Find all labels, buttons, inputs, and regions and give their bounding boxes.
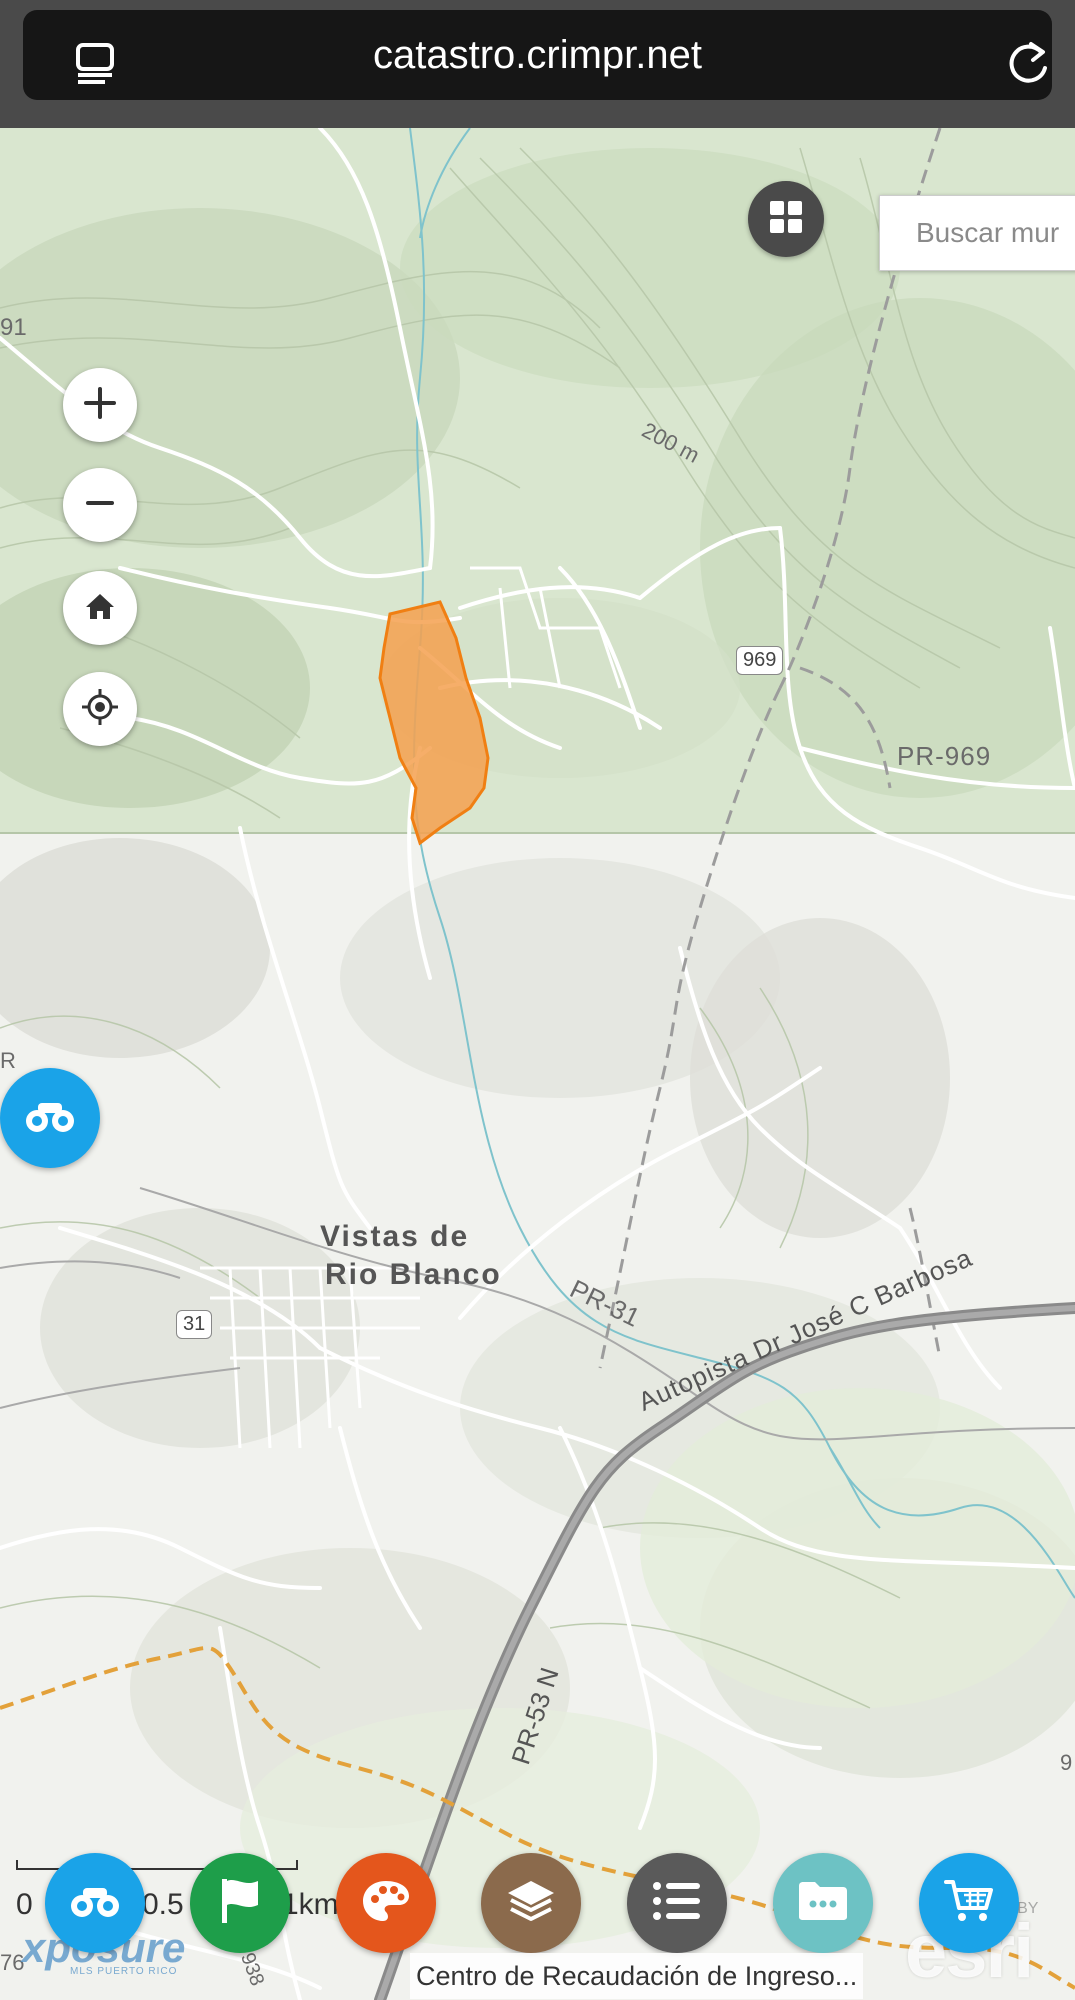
town-name-line1: Vistas de bbox=[320, 1220, 470, 1253]
route-31-shield: 31 bbox=[176, 1310, 213, 1339]
scale-label-half: 0.5 bbox=[142, 1888, 184, 1921]
locate-icon bbox=[80, 687, 120, 732]
flag-icon bbox=[218, 1877, 262, 1930]
route-969-shield: 969 bbox=[736, 646, 784, 675]
search-box[interactable] bbox=[879, 195, 1075, 271]
toolbar-cart-button[interactable] bbox=[919, 1853, 1019, 1953]
map-view[interactable]: 91 200 m 969 PR-969 Vistas de Rio Blanco… bbox=[0, 128, 1075, 2000]
toolbar-list-button[interactable] bbox=[627, 1853, 727, 1953]
scale-label-0: 0 bbox=[16, 1888, 33, 1921]
map-attribution[interactable]: Centro de Recaudación de Ingreso... bbox=[410, 1953, 864, 1999]
binoculars-icon bbox=[24, 1099, 76, 1138]
cart-icon bbox=[944, 1878, 994, 1929]
search-input[interactable] bbox=[880, 196, 1075, 270]
map-label-pr969: PR-969 bbox=[897, 741, 992, 771]
zoom-in-icon bbox=[83, 386, 117, 425]
locate-button[interactable] bbox=[63, 672, 137, 746]
binoculars-icon bbox=[69, 1884, 121, 1923]
url-bar[interactable]: catastro.crimpr.net bbox=[23, 10, 1052, 100]
reload-icon[interactable] bbox=[1007, 40, 1051, 91]
toolbar-binoculars-button[interactable] bbox=[45, 1853, 145, 1953]
home-button[interactable] bbox=[63, 571, 137, 645]
list-icon bbox=[652, 1880, 702, 1927]
browser-bar: catastro.crimpr.net bbox=[0, 0, 1075, 128]
home-icon bbox=[83, 589, 117, 628]
town-name-line2: Rio Blanco bbox=[325, 1258, 502, 1291]
toolbar-layers-button[interactable] bbox=[481, 1853, 581, 1953]
toolbar-flag-button[interactable] bbox=[190, 1853, 290, 1953]
map-label-91: 91 bbox=[0, 314, 27, 341]
url-text[interactable]: catastro.crimpr.net bbox=[23, 10, 1052, 100]
folder-icon bbox=[797, 1880, 849, 1927]
xposure-logo-sub: MLS PUERTO RICO bbox=[70, 1966, 178, 1977]
zoom-out-icon bbox=[83, 486, 117, 525]
binoculars-side-button[interactable] bbox=[0, 1068, 100, 1168]
toolbar-palette-button[interactable] bbox=[336, 1853, 436, 1953]
layers-icon bbox=[505, 1878, 557, 1929]
zoom-in-button[interactable] bbox=[63, 368, 137, 442]
map-label-r: R bbox=[0, 1048, 16, 1073]
map-label-76: 76 bbox=[0, 1950, 25, 1975]
toolbar-folder-button[interactable] bbox=[773, 1853, 873, 1953]
zoom-out-button[interactable] bbox=[63, 468, 137, 542]
scale-label-one: 1km bbox=[282, 1888, 339, 1921]
palette-icon bbox=[361, 1879, 411, 1928]
basemap-gallery-button[interactable] bbox=[748, 181, 824, 257]
map-label-9: 9 bbox=[1060, 1750, 1073, 1775]
grid-icon bbox=[768, 199, 804, 240]
